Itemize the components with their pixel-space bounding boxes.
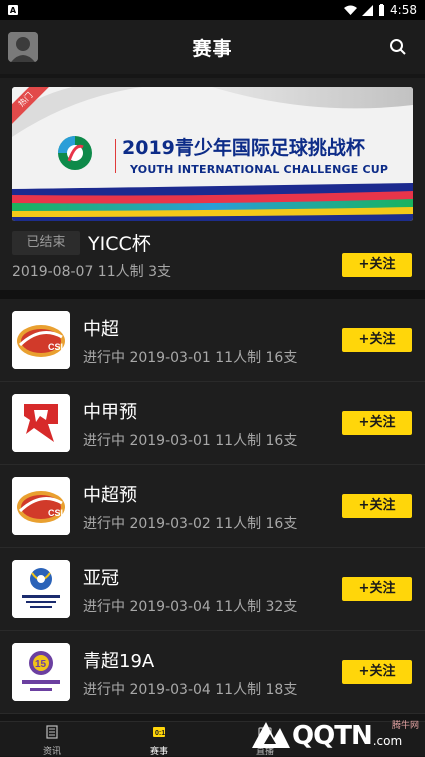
youth-cup-logo [58,136,92,170]
competition-name: 亚冠 [83,568,119,589]
competition-row[interactable]: 亚冠 进行中 2019-03-04 11人制 32支 +关注 [0,548,425,631]
featured-meta: 2019-08-07 11人制 3支 [12,264,171,280]
competition-row[interactable]: 15 青超19A 进行中 2019-03-04 11人制 18支 +关注 [0,631,425,714]
follow-button[interactable]: +关注 [342,328,412,352]
status-time: 4:58 [390,3,417,17]
featured-name: YICC杯 [88,233,151,255]
follow-button[interactable]: +关注 [342,494,412,518]
afc-champions-league-logo-icon [12,560,70,618]
nav-item-competitions[interactable]: 0:1 赛事 [129,725,189,757]
competition-meta: 进行中 2019-03-01 11人制 16支 [83,350,298,366]
follow-button[interactable]: +关注 [342,660,412,684]
section-separator [0,290,425,299]
app-bar: 赛事 [0,20,425,74]
watermark-logo-icon [252,722,290,748]
banner-divider [115,139,116,173]
follow-button[interactable]: +关注 [342,253,412,277]
signal-icon [362,4,374,16]
search-icon[interactable] [389,38,407,56]
nav-label: 赛事 [149,747,168,757]
news-icon [46,725,58,739]
user-icon [8,32,38,62]
bottom-nav: 资讯 0:1 赛事 直播 QQTN .com 腾牛网 [0,721,425,757]
csl-logo-icon: CSL [12,311,70,369]
status-bar: A 4:58 [0,0,425,20]
nav-item-news[interactable]: 资讯 [22,725,82,757]
status-badge: 已结束 [12,231,80,255]
featured-competition[interactable]: 热门 2019青少年国际足球挑战杯 YOUTH INTERNATIONAL CH… [0,78,425,290]
featured-banner[interactable]: 热门 2019青少年国际足球挑战杯 YOUTH INTERNATIONAL CH… [12,87,413,221]
competition-row[interactable]: CSL 中超 进行中 2019-03-01 11人制 16支 +关注 [0,299,425,382]
notification-app-icon: A [8,5,18,15]
svg-text:CSL: CSL [48,342,67,352]
svg-text:15: 15 [35,659,47,670]
svg-text:0:1: 0:1 [155,730,165,737]
battery-icon [379,4,385,16]
competition-meta: 进行中 2019-03-04 11人制 18支 [83,682,298,698]
competition-row[interactable]: CSL 中超预 进行中 2019-03-02 11人制 16支 +关注 [0,465,425,548]
china-league-one-logo-icon [12,394,70,452]
competition-meta: 进行中 2019-03-02 11人制 16支 [83,516,298,532]
user-avatar[interactable] [8,32,38,62]
competition-row[interactable]: 中甲预 进行中 2019-03-01 11人制 16支 +关注 [0,382,425,465]
page-title: 赛事 [192,37,233,60]
watermark-suffix: .com [372,734,403,748]
watermark-small: 腾牛网 [391,721,419,731]
competition-name: 青超19A [83,651,155,672]
csl-logo-icon: CSL [12,477,70,535]
watermark: QQTN .com 腾牛网 [250,716,425,756]
competition-meta: 进行中 2019-03-04 11人制 32支 [83,599,298,615]
svg-text:CSL: CSL [48,508,67,518]
scoreboard-icon: 0:1 [153,727,165,737]
banner-title: 2019青少年国际足球挑战杯 [122,137,365,159]
competition-name: 中超 [83,319,119,340]
nysl-logo-icon: 15 [12,643,70,701]
follow-button[interactable]: +关注 [342,411,412,435]
competition-meta: 进行中 2019-03-01 11人制 16支 [83,433,298,449]
banner-subtitle: YOUTH INTERNATIONAL CHALLENGE CUP [130,163,389,176]
nav-label: 资讯 [42,747,61,757]
wifi-icon [344,5,358,15]
follow-button[interactable]: +关注 [342,577,412,601]
competition-name: 中超预 [83,485,137,506]
competition-name: 中甲预 [83,402,137,423]
watermark-text: QQTN [292,721,373,751]
